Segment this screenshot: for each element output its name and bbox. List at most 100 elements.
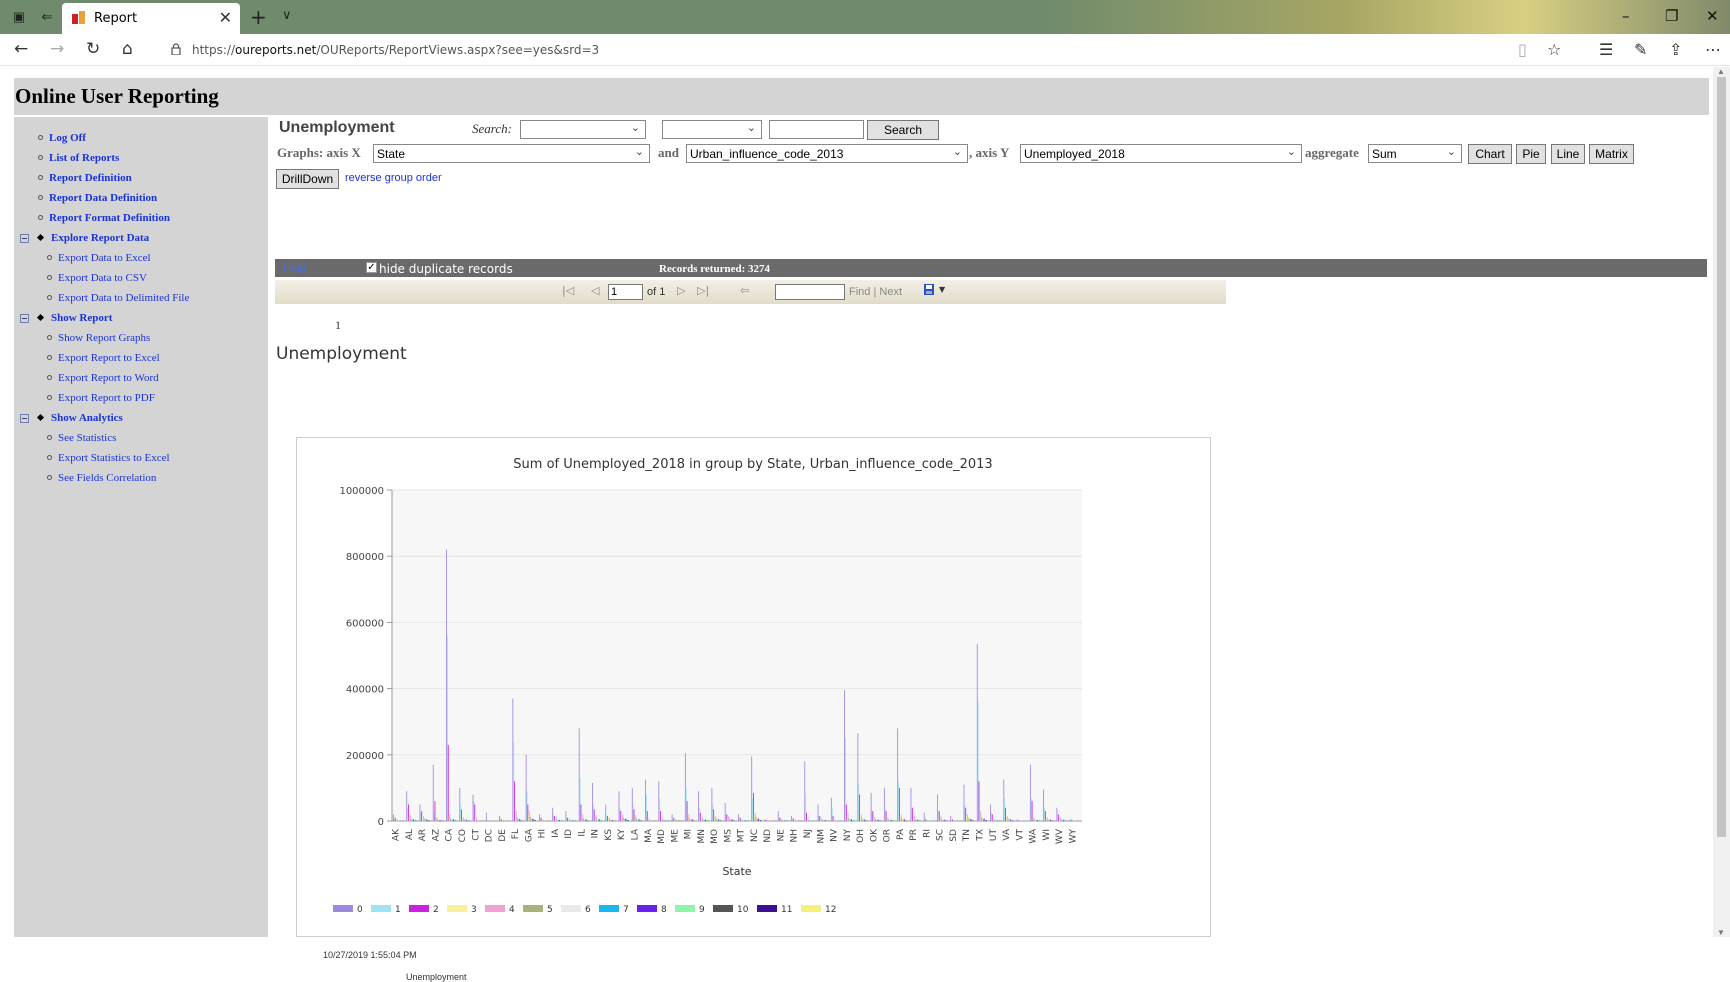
find-text-input[interactable] [775, 284, 845, 300]
tab-dropdown-chevron-down-icon[interactable]: ∨ [282, 7, 292, 23]
sidebar-item-log-off[interactable]: Log Off [38, 132, 86, 144]
x-tick-label: VT [1015, 828, 1025, 840]
sidebar-item-list-of-reports[interactable]: List of Reports [38, 152, 119, 164]
sidebar-item-export-data-excel[interactable]: Export Data to Excel [47, 252, 151, 264]
restore-icon[interactable]: ❐ [1665, 7, 1678, 25]
bar [835, 820, 836, 821]
bullet-icon [38, 215, 43, 220]
help-link[interactable]: Help [283, 262, 306, 274]
bar [459, 788, 460, 821]
next-link[interactable]: Next [879, 286, 902, 298]
back-arrow-icon[interactable]: ← [14, 39, 28, 59]
bar [664, 820, 665, 821]
back-to-parent-icon[interactable]: ⇦ [740, 284, 749, 297]
aggregate-select[interactable]: Sum⌄ [1368, 144, 1462, 163]
collapse-toggle-icon[interactable]: − [20, 234, 29, 243]
search-input[interactable] [769, 120, 864, 139]
sidebar-item-show-report-graphs[interactable]: Show Report Graphs [47, 332, 150, 344]
x-tick-label: CT [471, 829, 481, 841]
x-tick-label: OH [856, 829, 866, 843]
bar [1071, 820, 1072, 821]
bar [514, 781, 515, 821]
browser-tab-report[interactable]: Report ✕ [62, 3, 240, 34]
url-field[interactable]: https://oureports.net/OUReports/ReportVi… [192, 43, 599, 57]
bar [714, 817, 715, 821]
chevron-down-icon: ⌄ [747, 121, 756, 134]
bar [859, 795, 860, 821]
bar [596, 818, 597, 821]
sidebar-group-explore-report-data[interactable]: −Explore Report Data [20, 232, 149, 244]
scrollbar-thumb[interactable] [1717, 77, 1726, 837]
bar [611, 820, 612, 821]
pie-button[interactable]: Pie [1516, 144, 1546, 164]
bar [622, 814, 623, 821]
bar [554, 816, 555, 821]
new-tab-icon[interactable]: + [250, 5, 267, 29]
bar [720, 820, 721, 821]
hide-duplicates-checkbox[interactable]: ✓ [366, 262, 377, 273]
last-page-icon[interactable]: ▷| [697, 284, 709, 297]
bar [645, 780, 646, 821]
sidebar-item-export-data-csv[interactable]: Export Data to CSV [47, 272, 147, 284]
tabs-aside-icon[interactable]: ⇐ [38, 8, 56, 26]
axis-y-select[interactable]: Unemployed_2018⌄ [1020, 144, 1302, 163]
reading-view-icon[interactable]: ▯ [1518, 40, 1527, 59]
close-tab-icon[interactable]: ✕ [219, 8, 232, 28]
page-scrollbar[interactable]: ▲ ▼ [1713, 67, 1730, 937]
sidebar-item-report-format-definition[interactable]: Report Format Definition [38, 212, 170, 224]
search-button[interactable]: Search [867, 120, 939, 140]
close-window-icon[interactable]: ✕ [1706, 7, 1719, 25]
bar [677, 820, 678, 821]
minimize-icon[interactable]: – [1622, 7, 1630, 25]
bar [1006, 818, 1007, 821]
matrix-button[interactable]: Matrix [1589, 144, 1634, 164]
sidebar-item-export-data-delimited[interactable]: Export Data to Delimited File [47, 292, 189, 304]
sidebar-item-export-report-pdf[interactable]: Export Report to PDF [47, 392, 155, 404]
search-field-select[interactable]: ⌄ [520, 120, 646, 139]
sidebar-group-show-analytics[interactable]: −Show Analytics [20, 412, 123, 424]
sidebar-item-export-statistics-excel[interactable]: Export Statistics to Excel [47, 452, 170, 464]
chevron-down-icon: ⌄ [631, 121, 640, 134]
bar [965, 808, 966, 821]
collapse-toggle-icon[interactable]: − [20, 314, 29, 323]
bar [809, 820, 810, 821]
report-pager-toolbar: |◁ ◁ 1 of 1 ▷ ▷| ⇦ Find | Next ▼ [275, 280, 1226, 304]
sidebar-item-report-definition[interactable]: Report Definition [38, 172, 132, 184]
sidebar-item-see-fields-correlation[interactable]: See Fields Correlation [47, 472, 156, 484]
chart-button[interactable]: Chart [1468, 144, 1512, 164]
export-dropdown-icon[interactable]: ▼ [939, 285, 945, 294]
drilldown-button[interactable]: DrillDown [276, 169, 339, 189]
bar [875, 819, 876, 821]
reverse-group-order-link[interactable]: reverse group order [345, 172, 442, 184]
next-page-icon[interactable]: ▷ [677, 284, 685, 297]
share-icon[interactable]: ⇪ [1669, 40, 1682, 59]
scroll-down-icon[interactable]: ▼ [1717, 928, 1725, 937]
collapse-toggle-icon[interactable]: − [20, 414, 29, 423]
more-menu-icon[interactable]: ⋯ [1705, 40, 1721, 59]
forward-arrow-icon[interactable]: → [50, 39, 64, 59]
bar [1038, 820, 1039, 821]
line-button[interactable]: Line [1551, 144, 1585, 164]
find-link[interactable]: Find [849, 286, 870, 298]
export-save-icon[interactable] [923, 283, 937, 297]
tab-actions-icon[interactable]: ▣ [10, 8, 28, 26]
favorites-hub-icon[interactable]: ☰ [1599, 40, 1613, 59]
sidebar-item-export-report-word[interactable]: Export Report to Word [47, 372, 159, 384]
first-page-icon[interactable]: |◁ [562, 284, 574, 297]
sidebar-item-see-statistics[interactable]: See Statistics [47, 432, 116, 444]
pen-notes-icon[interactable]: ✎ [1634, 40, 1647, 59]
sidebar-group-show-report[interactable]: −Show Report [20, 312, 112, 324]
favorite-star-icon[interactable]: ☆ [1547, 40, 1561, 59]
axis-x-select[interactable]: State⌄ [373, 144, 650, 163]
scroll-up-icon[interactable]: ▲ [1717, 67, 1725, 76]
page-number-input[interactable]: 1 [608, 284, 643, 300]
search-operator-select[interactable]: ⌄ [662, 120, 762, 139]
bar [911, 808, 912, 821]
group-field-select[interactable]: Urban_influence_code_2013⌄ [686, 144, 968, 163]
sidebar-item-report-data-definition[interactable]: Report Data Definition [38, 192, 157, 204]
previous-page-icon[interactable]: ◁ [591, 284, 599, 297]
sidebar-item-export-report-excel[interactable]: Export Report to Excel [47, 352, 160, 364]
refresh-icon[interactable]: ↻ [86, 39, 100, 59]
home-icon[interactable]: ⌂ [122, 39, 133, 59]
bar [619, 808, 620, 821]
